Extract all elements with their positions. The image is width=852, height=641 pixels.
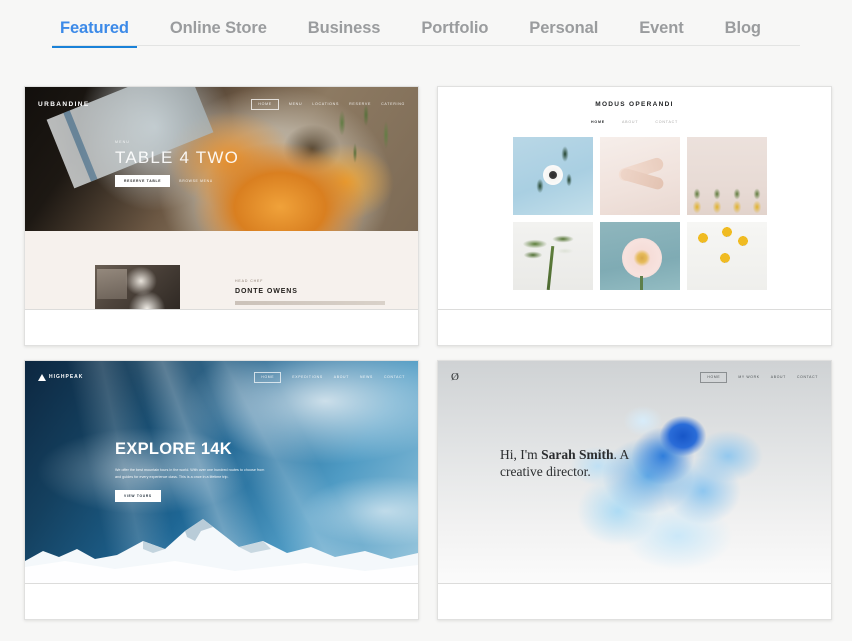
urbandine-hero-actions: RESERVE TABLE BROWSE MENU: [115, 175, 239, 187]
tab-blog[interactable]: Blog: [725, 18, 761, 48]
chef-name-heading: DONTE OWENS: [235, 288, 298, 295]
highpeak-hero-copy: EXPLORE 14K We offer the best mountain t…: [115, 441, 290, 502]
blue-ink-in-water-photo: [438, 361, 831, 583]
gallery-photo-billy-buttons[interactable]: [687, 222, 767, 290]
highpeak-nav-home[interactable]: HOME: [254, 371, 282, 383]
sarah-smith-nav-links: HOME MY WORK ABOUT CONTACT: [700, 371, 818, 383]
template-card-footer-highpeak: [25, 583, 418, 619]
highpeak-nav-about[interactable]: ABOUT: [334, 375, 349, 379]
gallery-photo-hands[interactable]: [600, 137, 680, 215]
highpeak-hero: HIGHPEAK HOME EXPEDITIONS ABOUT NEWS CON…: [25, 361, 418, 583]
highpeak-nav-contact[interactable]: CONTACT: [384, 375, 405, 379]
highpeak-logo-text: HIGHPEAK: [49, 374, 84, 380]
sarah-nav-contact[interactable]: CONTACT: [797, 375, 818, 379]
tab-business[interactable]: Business: [308, 18, 381, 48]
urbandine-nav-catering[interactable]: CATERING: [381, 102, 405, 106]
urbandine-navbar: URBANDINE HOME MENU LOCATIONS RESERVE CA…: [25, 96, 418, 112]
highpeak-nav-news[interactable]: NEWS: [360, 375, 373, 379]
chef-copy: HEAD CHEF DONTE OWENS: [235, 279, 385, 305]
sarah-nav-about[interactable]: ABOUT: [771, 375, 786, 379]
herb-garnish-decor: [322, 101, 412, 181]
modus-operandi-nav-links: HOME ABOUT CONTACT: [438, 120, 831, 124]
urbandine-nav-reserve[interactable]: RESERVE: [349, 102, 371, 106]
urbandine-chef-section: HEAD CHEF DONTE OWENS: [25, 231, 418, 309]
template-grid: URBANDINE HOME MENU LOCATIONS RESERVE CA…: [24, 86, 832, 620]
highpeak-headline: EXPLORE 14K: [115, 440, 233, 458]
tab-online-store[interactable]: Online Store: [170, 18, 267, 48]
sarah-nav-home[interactable]: HOME: [700, 371, 728, 383]
sarah-nav-my-work[interactable]: MY WORK: [738, 375, 759, 379]
mountain-peak-icon: [38, 373, 46, 381]
tab-personal[interactable]: Personal: [529, 18, 598, 48]
template-card-sarah-smith[interactable]: Ø HOME MY WORK ABOUT CONTACT Hi, I'm Sar…: [437, 360, 832, 620]
sarah-smith-hero: Ø HOME MY WORK ABOUT CONTACT Hi, I'm Sar…: [438, 361, 831, 583]
template-card-urbandine[interactable]: URBANDINE HOME MENU LOCATIONS RESERVE CA…: [24, 86, 419, 346]
modus-nav-contact[interactable]: CONTACT: [655, 120, 678, 124]
chef-portrait-photo: [95, 265, 180, 309]
template-card-footer-urbandine: [25, 309, 418, 345]
urbandine-hero-headline: TABLE 4 TWO: [115, 148, 240, 167]
headline-greeting: Hi, I'm: [500, 447, 542, 462]
urbandine-nav-home[interactable]: HOME: [251, 98, 279, 110]
highpeak-body-text: We offer the best mountain tours in the …: [115, 467, 265, 479]
modus-nav-home[interactable]: HOME: [591, 120, 605, 124]
modus-operandi-page: MODUS OPERANDI HOME ABOUT CONTACT: [438, 87, 831, 309]
template-preview-urbandine: URBANDINE HOME MENU LOCATIONS RESERVE CA…: [25, 87, 418, 309]
template-card-modus-operandi[interactable]: MODUS OPERANDI HOME ABOUT CONTACT: [437, 86, 832, 346]
gallery-photo-monstera[interactable]: [513, 222, 593, 290]
urbandine-nav-menu[interactable]: MENU: [289, 102, 302, 106]
gallery-photo-gerbera[interactable]: [600, 222, 680, 290]
urbandine-hero-eyebrow: MENU: [115, 140, 130, 144]
chef-role-label: HEAD CHEF: [235, 279, 264, 283]
highpeak-nav-expeditions[interactable]: EXPEDITIONS: [292, 375, 323, 379]
modus-nav-about[interactable]: ABOUT: [622, 120, 638, 124]
tab-featured[interactable]: Featured: [52, 18, 137, 48]
tabbar-divider: [52, 45, 800, 46]
highpeak-navbar: HIGHPEAK HOME EXPEDITIONS ABOUT NEWS CON…: [25, 369, 418, 385]
tab-portfolio[interactable]: Portfolio: [421, 18, 488, 48]
urbandine-nav-links: HOME MENU LOCATIONS RESERVE CATERING: [251, 98, 405, 110]
sarah-smith-headline: Hi, I'm Sarah Smith. A creative director…: [500, 446, 630, 481]
modus-operandi-logo: MODUS OPERANDI: [595, 101, 674, 108]
tab-event[interactable]: Event: [639, 18, 684, 48]
urbandine-hero: URBANDINE HOME MENU LOCATIONS RESERVE CA…: [25, 87, 418, 231]
reserve-table-button[interactable]: RESERVE TABLE: [115, 175, 171, 187]
sarah-smith-navbar: Ø HOME MY WORK ABOUT CONTACT: [438, 369, 831, 385]
template-card-highpeak[interactable]: HIGHPEAK HOME EXPEDITIONS ABOUT NEWS CON…: [24, 360, 419, 620]
highpeak-logo: HIGHPEAK: [38, 373, 84, 381]
template-preview-sarah-smith: Ø HOME MY WORK ABOUT CONTACT Hi, I'm Sar…: [438, 361, 831, 583]
view-tours-button[interactable]: VIEW TOURS: [115, 489, 161, 502]
urbandine-logo: URBANDINE: [38, 100, 90, 108]
headline-person-name: Sarah Smith: [541, 447, 614, 462]
highpeak-nav-links: HOME EXPEDITIONS ABOUT NEWS CONTACT: [254, 371, 405, 383]
browse-menu-link[interactable]: BROWSE MENU: [179, 179, 213, 183]
template-card-footer-sarah-smith: [438, 583, 831, 619]
urbandine-hero-copy: MENU TABLE 4 TWO RESERVE TABLE BROWSE ME…: [115, 140, 239, 187]
chef-bio-placeholder: [235, 301, 385, 305]
template-preview-highpeak: HIGHPEAK HOME EXPEDITIONS ABOUT NEWS CON…: [25, 361, 418, 583]
gallery-photo-anemone[interactable]: [513, 137, 593, 215]
gallery-photo-pineapples[interactable]: [687, 137, 767, 215]
slashed-zero-monogram-icon: Ø: [451, 370, 459, 383]
template-preview-modus-operandi: MODUS OPERANDI HOME ABOUT CONTACT: [438, 87, 831, 309]
template-card-footer-modus-operandi: [438, 309, 831, 345]
modus-operandi-photo-grid: [513, 137, 767, 290]
snowy-mountain-photo: [25, 519, 418, 583]
urbandine-nav-locations[interactable]: LOCATIONS: [312, 102, 339, 106]
